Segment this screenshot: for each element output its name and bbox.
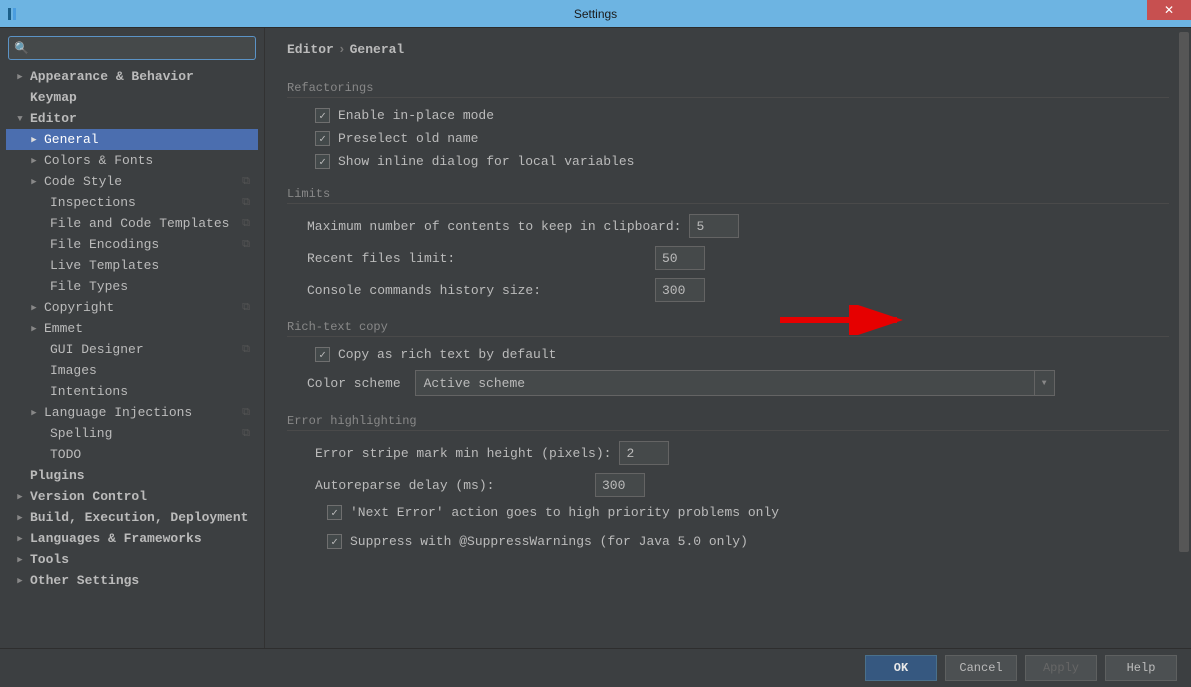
console-history-input[interactable] — [655, 278, 705, 302]
ok-button[interactable]: OK — [865, 655, 937, 681]
chevron-right-icon: ▶ — [14, 513, 26, 523]
cancel-button[interactable]: Cancel — [945, 655, 1017, 681]
checkbox-suppress[interactable]: ✓ — [327, 534, 342, 549]
chevron-right-icon: ▶ — [28, 408, 40, 418]
settings-sidebar: 🔍 ▶Appearance & Behavior Keymap ▼Editor … — [0, 28, 265, 648]
app-icon — [0, 0, 28, 28]
chevron-down-icon: ▼ — [14, 114, 26, 124]
tree-editor[interactable]: ▼Editor — [6, 108, 258, 129]
tree-plugins[interactable]: Plugins — [6, 465, 258, 486]
tree-guidesigner[interactable]: GUI Designer⧉ — [6, 339, 258, 360]
section-limits: Limits — [287, 187, 1169, 204]
dialog-footer: OK Cancel Apply Help — [0, 648, 1191, 686]
chevron-right-icon: › — [334, 42, 350, 57]
chevron-right-icon: ▶ — [14, 492, 26, 502]
chevron-right-icon: ▶ — [14, 555, 26, 565]
stripe-height-input[interactable] — [619, 441, 669, 465]
tree-intentions[interactable]: Intentions — [6, 381, 258, 402]
scope-badge-icon: ⧉ — [242, 302, 250, 314]
tree-other[interactable]: ▶Other Settings — [6, 570, 258, 591]
tree-templates[interactable]: File and Code Templates⧉ — [6, 213, 258, 234]
section-errorhl: Error highlighting — [287, 414, 1169, 431]
apply-button[interactable]: Apply — [1025, 655, 1097, 681]
scope-badge-icon: ⧉ — [242, 428, 250, 440]
chevron-down-icon: ▼ — [1034, 371, 1054, 395]
tree-filetypes[interactable]: File Types — [6, 276, 258, 297]
tree-build[interactable]: ▶Build, Execution, Deployment — [6, 507, 258, 528]
tree-colors[interactable]: ▶Colors & Fonts — [6, 150, 258, 171]
scrollbar-thumb[interactable] — [1179, 32, 1189, 552]
checkbox-inline-dialog[interactable]: ✓ — [315, 154, 330, 169]
tree-tools[interactable]: ▶Tools — [6, 549, 258, 570]
settings-content: Editor›General Refactorings ✓Enable in-p… — [265, 28, 1191, 648]
tree-inspections[interactable]: Inspections⧉ — [6, 192, 258, 213]
scope-badge-icon: ⧉ — [242, 407, 250, 419]
tree-todo[interactable]: TODO — [6, 444, 258, 465]
tree-general[interactable]: ▶General — [6, 129, 258, 150]
section-refactorings: Refactorings — [287, 81, 1169, 98]
tree-encodings[interactable]: File Encodings⧉ — [6, 234, 258, 255]
chevron-right-icon: ▶ — [14, 534, 26, 544]
tree-keymap[interactable]: Keymap — [6, 87, 258, 108]
tree-appearance[interactable]: ▶Appearance & Behavior — [6, 66, 258, 87]
tree-spelling[interactable]: Spelling⧉ — [6, 423, 258, 444]
chevron-right-icon: ▶ — [28, 303, 40, 313]
tree-frameworks[interactable]: ▶Languages & Frameworks — [6, 528, 258, 549]
close-button[interactable]: ✕ — [1147, 0, 1191, 20]
scope-badge-icon: ⧉ — [242, 197, 250, 209]
tree-langinj[interactable]: ▶Language Injections⧉ — [6, 402, 258, 423]
scrollbar-vertical[interactable] — [1177, 28, 1191, 648]
chevron-right-icon: ▶ — [14, 576, 26, 586]
checkbox-enable-inplace[interactable]: ✓ — [315, 108, 330, 123]
chevron-right-icon: ▶ — [28, 177, 40, 187]
chevron-right-icon: ▶ — [28, 156, 40, 166]
titlebar: Settings ✕ — [0, 0, 1191, 28]
section-richtext: Rich-text copy — [287, 320, 1169, 337]
chevron-right-icon: ▶ — [14, 72, 26, 82]
tree-copyright[interactable]: ▶Copyright⧉ — [6, 297, 258, 318]
checkbox-preselect[interactable]: ✓ — [315, 131, 330, 146]
window-title: Settings — [574, 7, 617, 21]
autoreparse-delay-input[interactable] — [595, 473, 645, 497]
tree-images[interactable]: Images — [6, 360, 258, 381]
scope-badge-icon: ⧉ — [242, 239, 250, 251]
chevron-right-icon: ▶ — [28, 324, 40, 334]
checkbox-copy-rich[interactable]: ✓ — [315, 347, 330, 362]
tree-emmet[interactable]: ▶Emmet — [6, 318, 258, 339]
search-input[interactable] — [8, 36, 256, 60]
tree-codestyle[interactable]: ▶Code Style⧉ — [6, 171, 258, 192]
scope-badge-icon: ⧉ — [242, 344, 250, 356]
tree-livetpl[interactable]: Live Templates — [6, 255, 258, 276]
checkbox-next-error[interactable]: ✓ — [327, 505, 342, 520]
recent-files-input[interactable] — [655, 246, 705, 270]
breadcrumb: Editor›General — [287, 42, 1169, 57]
clipboard-limit-input[interactable] — [689, 214, 739, 238]
chevron-right-icon: ▶ — [28, 135, 40, 145]
color-scheme-dropdown[interactable]: Active scheme ▼ — [415, 370, 1055, 396]
scope-badge-icon: ⧉ — [242, 218, 250, 230]
scope-badge-icon: ⧉ — [242, 176, 250, 188]
help-button[interactable]: Help — [1105, 655, 1177, 681]
tree-vcs[interactable]: ▶Version Control — [6, 486, 258, 507]
